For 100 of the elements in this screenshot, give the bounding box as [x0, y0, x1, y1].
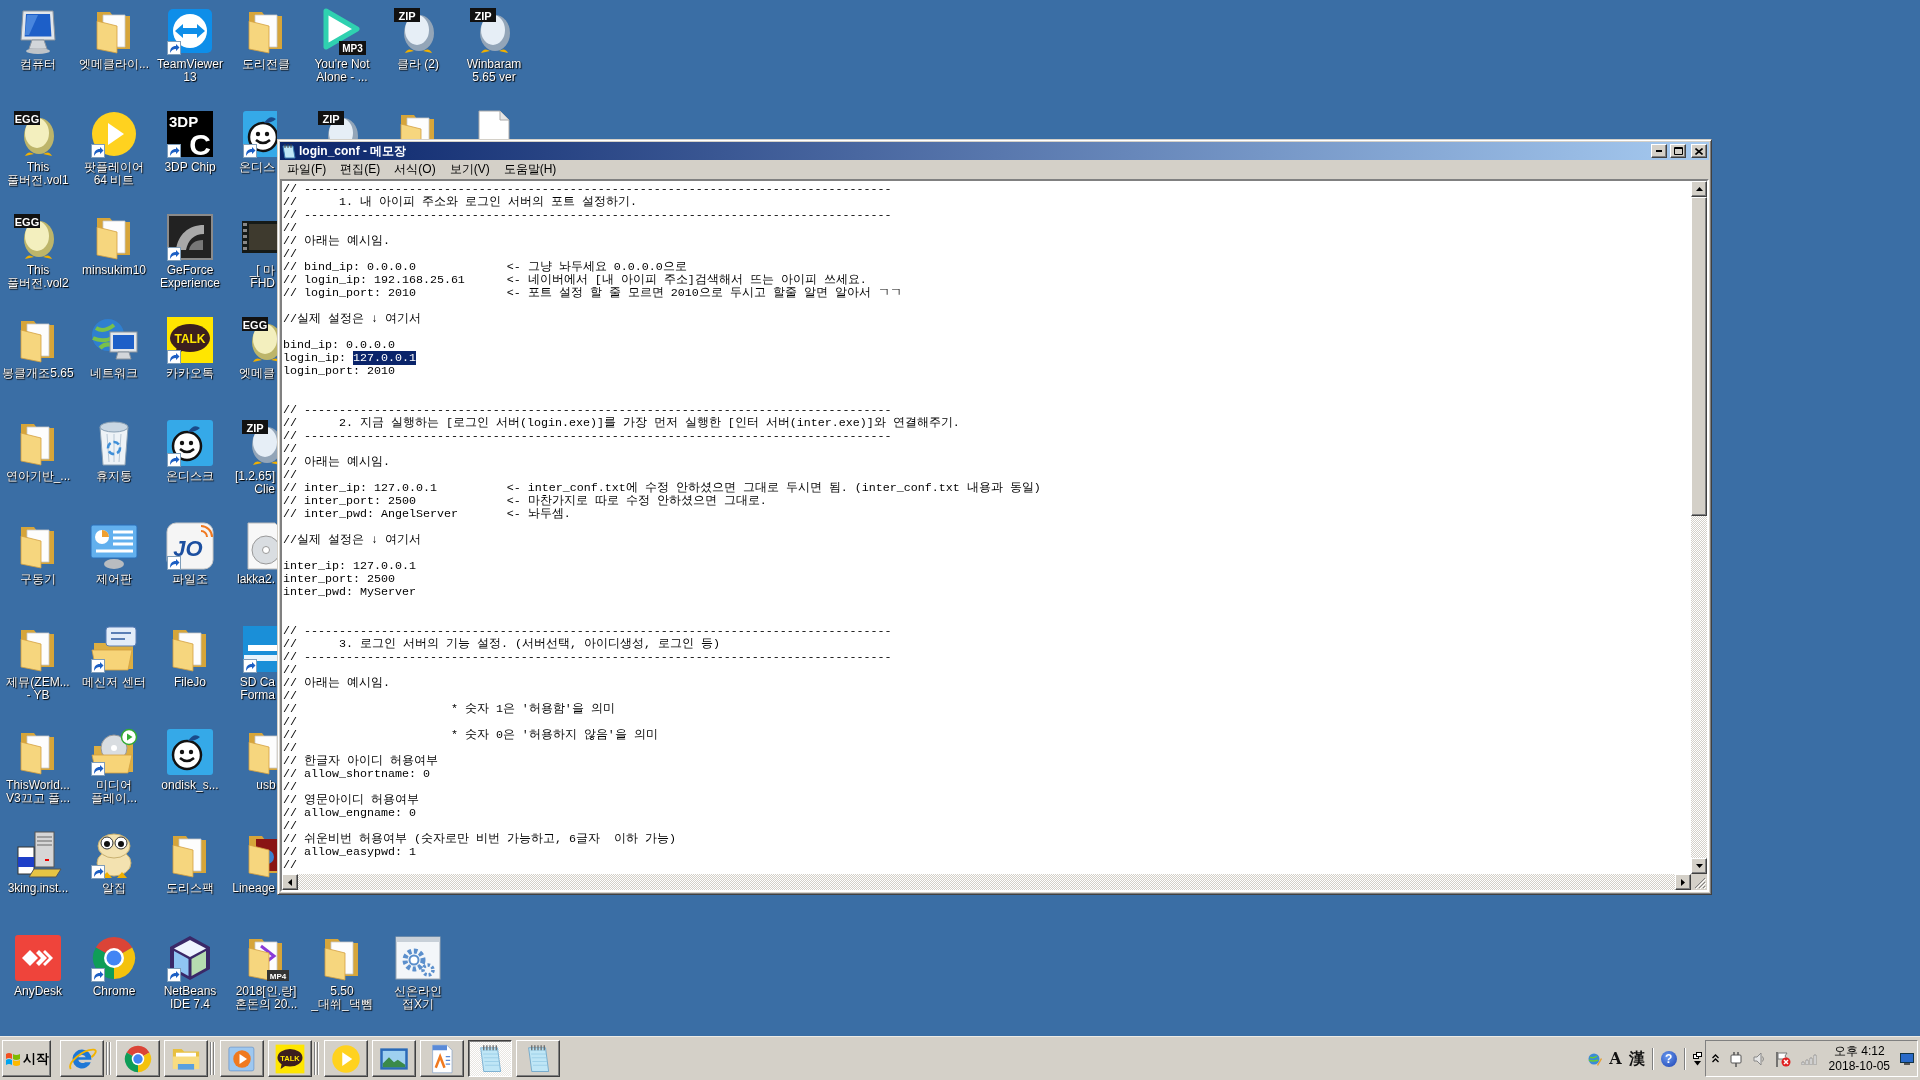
vertical-scrollbar[interactable]: [1691, 181, 1707, 874]
icon-label[interactable]: Winbaram 5.65 ver: [466, 58, 522, 84]
chevron-up-icon[interactable]: [1711, 1054, 1719, 1063]
help-button[interactable]: ?: [1660, 1050, 1677, 1067]
speaker-icon[interactable]: [1752, 1051, 1765, 1066]
icon-label[interactable]: 휴지통: [96, 470, 132, 483]
text-line: // ------------------------------------------------------------------------------------: [283, 650, 892, 664]
icon-label[interactable]: 온디스: [228, 161, 275, 174]
icon-label[interactable]: 제어판: [96, 573, 132, 586]
icon-label[interactable]: 2018[인.랑] 혼돈의 20...: [234, 985, 298, 1011]
scroll-down-button[interactable]: [1691, 858, 1707, 874]
flag-error-icon[interactable]: [1774, 1050, 1791, 1067]
text-line: bind_ip: 0.0.0.0: [283, 338, 395, 352]
icon-label[interactable]: Lineage: [228, 882, 275, 895]
icon-label[interactable]: 3king.inst...: [7, 882, 69, 895]
menu-item[interactable]: 보기(V): [442, 161, 497, 178]
icon-label[interactable]: 메신저 센터: [82, 676, 146, 689]
icon-label[interactable]: 미디어 플레이...: [91, 779, 137, 805]
scroll-left-button[interactable]: [282, 874, 298, 890]
minimize-button[interactable]: [1651, 144, 1667, 158]
scroll-right-button[interactable]: [1675, 874, 1691, 890]
icon-label[interactable]: NetBeans IDE 7.4: [163, 985, 217, 1011]
diamond-arrows-icon[interactable]: [14, 934, 62, 982]
text-line: // 한글자 아이디 허용여부: [283, 754, 438, 768]
title-bar[interactable]: login_conf - 메모장: [280, 142, 1709, 160]
disc-folder-icon[interactable]: [90, 728, 138, 776]
icon-label[interactable]: 클라 (2): [397, 58, 439, 71]
gears-icon[interactable]: [394, 934, 442, 982]
menu-item[interactable]: 편집(E): [333, 161, 388, 178]
icon-label[interactable]: 카카오톡: [166, 367, 214, 380]
logo-tile-icon[interactable]: JO: [166, 522, 214, 570]
chat-folder-icon[interactable]: [90, 625, 138, 673]
text-line: //: [283, 858, 297, 872]
icon-label[interactable]: 팟플레이어 64 비트: [84, 161, 144, 187]
icon-label[interactable]: 도리전클: [242, 58, 290, 71]
input-mode-button[interactable]: A: [1609, 1049, 1622, 1068]
icon-label[interactable]: This 풀버전.vol1: [7, 161, 69, 187]
menu-item[interactable]: 도움말(H): [496, 161, 564, 178]
flag-logo-icon: [4, 1051, 21, 1066]
logo-tile-icon[interactable]: [166, 213, 214, 261]
icon-label[interactable]: 3DP Chip: [164, 161, 216, 174]
icon-label[interactable]: ThisWorld... V3끄고 풀...: [6, 779, 70, 805]
icon-label[interactable]: You're Not Alone - ...: [314, 58, 370, 84]
icon-label[interactable]: 연아기반_...: [5, 470, 71, 483]
menu-item[interactable]: 파일(F): [280, 161, 334, 178]
text-line: // allow_shortname: 0: [283, 767, 430, 781]
logo-tile-icon[interactable]: 3DP C: [166, 110, 214, 158]
icon-label[interactable]: minsukim10: [82, 264, 146, 277]
icon-label[interactable]: 엣메클: [228, 367, 275, 380]
icon-label[interactable]: AnyDesk: [14, 985, 62, 998]
control-panel-icon[interactable]: [90, 522, 138, 570]
icon-label[interactable]: SD Ca Forma: [228, 676, 275, 702]
icon-label[interactable]: [1.2.65] Clie: [228, 470, 275, 496]
start-button[interactable]: 시작: [2, 1040, 51, 1077]
scroll-thumb[interactable]: [1691, 197, 1707, 516]
speech-bubble-icon[interactable]: TALK: [166, 316, 214, 364]
icon-label[interactable]: GeForce Experience: [159, 264, 220, 290]
icon-label[interactable]: 제뮤(ZEM... - YB: [6, 676, 70, 702]
smiley-face-icon[interactable]: [166, 728, 214, 776]
computer-tower-icon[interactable]: [14, 831, 62, 879]
resize-grip-icon[interactable]: [1694, 877, 1706, 889]
text-line: // inter_ip: 127.0.0.1 <- inter_conf.txt에 수정 안하셨으면 그대로 두시면 됨. (inter_conf.txt 내용과 동일): [283, 481, 1041, 495]
down-arrow-icon: [1695, 864, 1703, 868]
icon-label[interactable]: TeamViewer 13: [157, 58, 223, 84]
icon-label[interactable]: 알집: [102, 882, 126, 895]
icon-label[interactable]: 파일조: [172, 573, 208, 586]
text-line: //: [283, 442, 297, 456]
icon-label[interactable]: Chrome: [92, 985, 136, 998]
icon-label[interactable]: 도리스팩: [166, 882, 214, 895]
show-desktop-icon[interactable]: [1900, 1052, 1914, 1065]
icon-label[interactable]: 봉클개조5.65: [2, 367, 74, 380]
icon-label[interactable]: 네트워크: [90, 367, 138, 380]
maximize-button[interactable]: [1670, 144, 1686, 158]
plug-icon[interactable]: [1728, 1050, 1743, 1067]
restore-icon[interactable]: [1692, 1051, 1702, 1066]
icon-label[interactable]: FileJo: [174, 676, 206, 689]
text-line: // * 숫자 1은 '허용함'을 의미: [283, 702, 615, 716]
icon-label[interactable]: 엣메클라이...: [79, 58, 149, 71]
close-button[interactable]: [1691, 144, 1707, 158]
smiley-face-icon[interactable]: [166, 419, 214, 467]
icon-label[interactable]: 5.50 _대쒸_댁뻼: [311, 985, 373, 1011]
text-line: // 1. 내 아이피 주소와 로그인 서버의 포트 설정하기.: [283, 195, 637, 209]
hanja-button[interactable]: 漢: [1628, 1049, 1645, 1068]
icon-label[interactable]: 컴퓨터: [20, 58, 56, 71]
icon-label[interactable]: 구동기: [20, 573, 56, 586]
icon-label[interactable]: lakka2.: [228, 573, 275, 586]
text-line: // 3. 로그인 서버의 기능 설정. (서버선택, 아이디생성, 로그인 등): [283, 637, 720, 651]
icon-label[interactable]: usb: [256, 779, 276, 792]
icon-label[interactable]: 온디스크: [166, 470, 214, 483]
icon-label[interactable]: 신온라인 접X기: [394, 985, 442, 1011]
icon-label[interactable]: ondisk_s...: [161, 779, 219, 792]
icon-label[interactable]: _[ 마 FHD: [228, 264, 275, 290]
horizontal-scrollbar[interactable]: [282, 874, 1691, 890]
menu-item[interactable]: 서식(O): [387, 161, 443, 178]
icon-label[interactable]: This 풀버전.vol2: [7, 264, 69, 290]
scroll-up-button[interactable]: [1691, 181, 1707, 197]
play-button-icon[interactable]: [90, 110, 138, 158]
text-line: //실제 설정은 ↓ 여기서: [283, 312, 421, 326]
taskbar-button[interactable]: [468, 1040, 512, 1077]
circle-logo-icon[interactable]: [90, 934, 138, 982]
